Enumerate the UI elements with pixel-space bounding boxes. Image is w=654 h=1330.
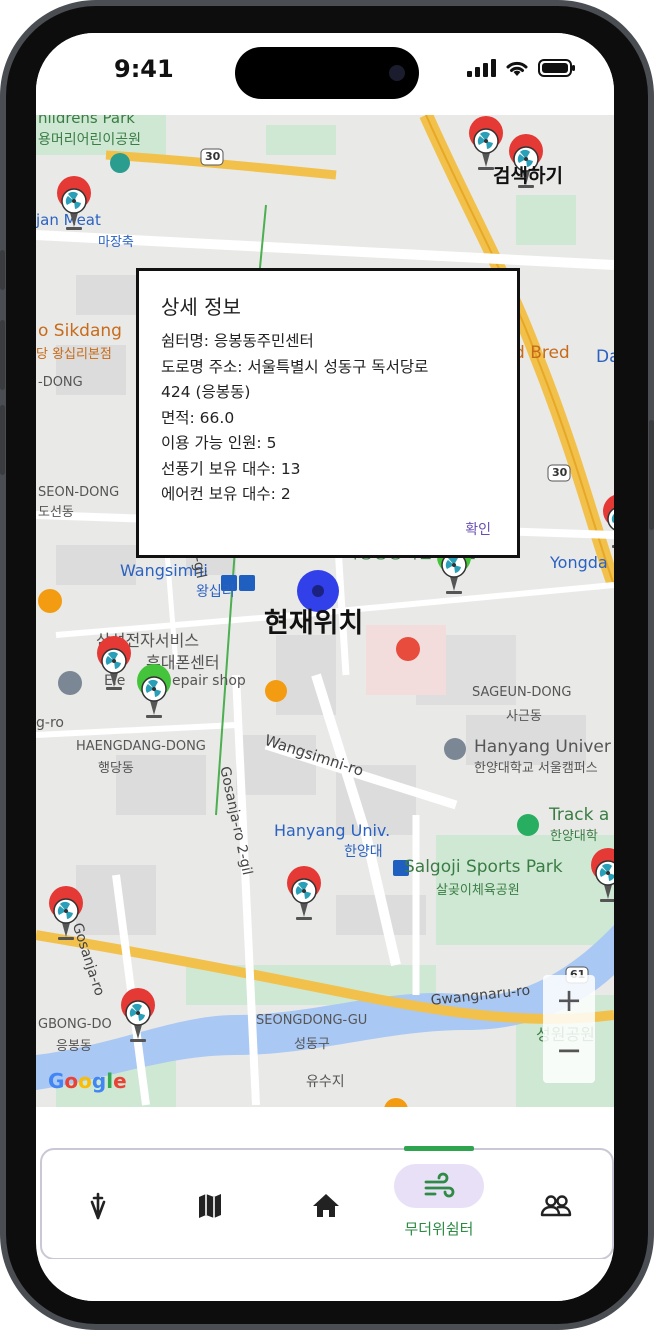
detail-dialog: 상세 정보 쉼터명: 응봉동주민센터 도로명 주소: 서울특별시 성동구 독서당… <box>136 268 520 558</box>
map-label: 당 왕십리본점 <box>36 347 112 362</box>
status-icons <box>466 59 576 77</box>
map-label: g-ro <box>36 715 64 731</box>
fan-shelter-marker-icon[interactable] <box>44 885 88 941</box>
tool-icon <box>90 1192 106 1220</box>
map-label: SEON-DONG <box>38 485 120 500</box>
google-logo: Google <box>48 1069 127 1093</box>
phone-frame: 9:41 hildrens Park 용머리어린이공원 jan Meat 마장축… <box>0 0 654 1330</box>
map-label: 한양대학교 서울캠퍼스 <box>474 761 598 776</box>
google-letter: o <box>64 1069 79 1093</box>
fan-shelter-marker-icon[interactable] <box>598 493 614 549</box>
map-icon <box>199 1194 221 1218</box>
status-bar: 9:41 <box>36 33 614 115</box>
silent-switch <box>0 250 5 290</box>
shelter-aircon: 에어컨 보유 대수: 2 <box>161 485 291 503</box>
dialog-title: 상세 정보 <box>161 295 241 319</box>
home-icon <box>313 1194 339 1217</box>
map-label: 성동구 <box>294 1037 330 1052</box>
active-tab-indicator <box>404 1146 474 1151</box>
map-label: 살곶이체육공원 <box>436 883 520 898</box>
map-label: d Bred <box>514 343 570 363</box>
power-button <box>649 420 654 530</box>
zoom-controls: + − <box>543 975 595 1083</box>
shelter-area: 면적: 66.0 <box>161 408 235 427</box>
map-label: 한양대학 <box>550 829 598 844</box>
map-label: 30 <box>552 466 568 479</box>
google-letter: o <box>78 1069 92 1093</box>
map-label: 유수지 <box>306 1074 345 1090</box>
shelter-address-line1: 도로명 주소: 서울특별시 성동구 독서당로 <box>161 357 429 376</box>
nav-item-community[interactable] <box>538 1188 574 1224</box>
nav-item-home[interactable] <box>308 1188 344 1224</box>
nav-item-cooling-shelter[interactable] <box>421 1169 457 1205</box>
map-view[interactable]: hildrens Park 용머리어린이공원 jan Meat 마장축 o Sikdan… <box>36 115 614 1107</box>
dynamic-island <box>235 47 419 99</box>
map-label: SAGEUN-DONG <box>472 685 572 700</box>
app-screen: 9:41 hildrens Park 용머리어린이공원 jan Meat 마장축… <box>36 33 614 1301</box>
search-button[interactable]: 검색하기 <box>493 161 563 188</box>
home-indicator-area <box>36 1259 614 1301</box>
fan-shelter-marker-icon[interactable] <box>132 663 176 719</box>
map-label: SEONGDONG-GU <box>256 1013 368 1028</box>
battery-icon <box>538 59 575 77</box>
map-label: Hanyang Univer <box>474 737 611 757</box>
zoom-in-button[interactable]: + <box>543 981 595 1019</box>
status-time: 9:41 <box>114 55 174 83</box>
nav-item-map[interactable] <box>192 1188 228 1224</box>
map-label: Salgoji Sports Park <box>404 857 563 877</box>
wifi-icon <box>506 61 528 76</box>
shelter-address-line2: 424 (응봉동) <box>161 383 251 401</box>
google-letter: g <box>91 1069 107 1093</box>
camera-icon <box>389 65 405 81</box>
map-label: 행당동 <box>98 761 134 776</box>
fan-shelter-marker-icon[interactable] <box>92 635 136 691</box>
fan-shelter-marker-icon[interactable] <box>116 987 160 1043</box>
map-label: 사근동 <box>506 709 542 724</box>
map-label: Da <box>596 347 614 367</box>
current-location-label: 현재위치 <box>264 608 364 639</box>
confirm-button[interactable]: 확인 <box>465 519 491 539</box>
dialog-body: 쉼터명: 응봉동주민센터 도로명 주소: 서울특별시 성동구 독서당로 424 … <box>161 329 501 508</box>
map-label: 도선동 <box>38 505 74 520</box>
map-label: GBONG-DO <box>38 1017 112 1032</box>
map-label: 용머리어린이공원 <box>38 132 142 148</box>
fan-shelter-marker-icon[interactable] <box>52 175 96 231</box>
map-label: 응봉동 <box>56 1039 92 1054</box>
current-location-dot <box>312 585 324 597</box>
zoom-out-button[interactable]: − <box>543 1031 595 1069</box>
map-label: 마장축 <box>98 235 134 250</box>
wind-icon <box>424 1172 455 1198</box>
map-label: Yongda <box>550 553 608 572</box>
map-label: -DONG <box>38 375 83 390</box>
map-label: o Sikdang <box>38 321 122 341</box>
google-letter: G <box>48 1069 65 1093</box>
map-label: epair shop <box>172 673 246 689</box>
people-icon <box>540 1195 572 1217</box>
volume-down-button <box>0 405 5 475</box>
map-label: HAENGDANG-DONG <box>76 739 206 754</box>
nav-label-cooling-shelter[interactable]: 무더위쉼터 <box>382 1218 496 1239</box>
google-attribution: Google <box>48 1069 127 1093</box>
nav-item-tools[interactable] <box>80 1188 116 1224</box>
volume-up-button <box>0 320 5 390</box>
shelter-name: 쉼터명: 응봉동주민센터 <box>161 332 314 350</box>
map-label: hildrens Park <box>38 115 135 127</box>
map-label: Track a <box>549 805 610 825</box>
map-label: 왕십리 <box>196 584 235 600</box>
map-label: Hanyang Univ. <box>274 821 391 840</box>
shelter-fans: 선풍기 보유 대수: 13 <box>161 459 301 478</box>
map-label: 30 <box>205 150 221 163</box>
fan-shelter-marker-icon[interactable] <box>586 847 614 903</box>
signal-icon <box>467 59 496 77</box>
google-letter: e <box>113 1069 127 1093</box>
shelter-capacity: 이용 가능 인원: 5 <box>161 434 277 452</box>
map-label: 한양대 <box>344 844 383 860</box>
fan-shelter-marker-icon[interactable] <box>282 865 326 921</box>
